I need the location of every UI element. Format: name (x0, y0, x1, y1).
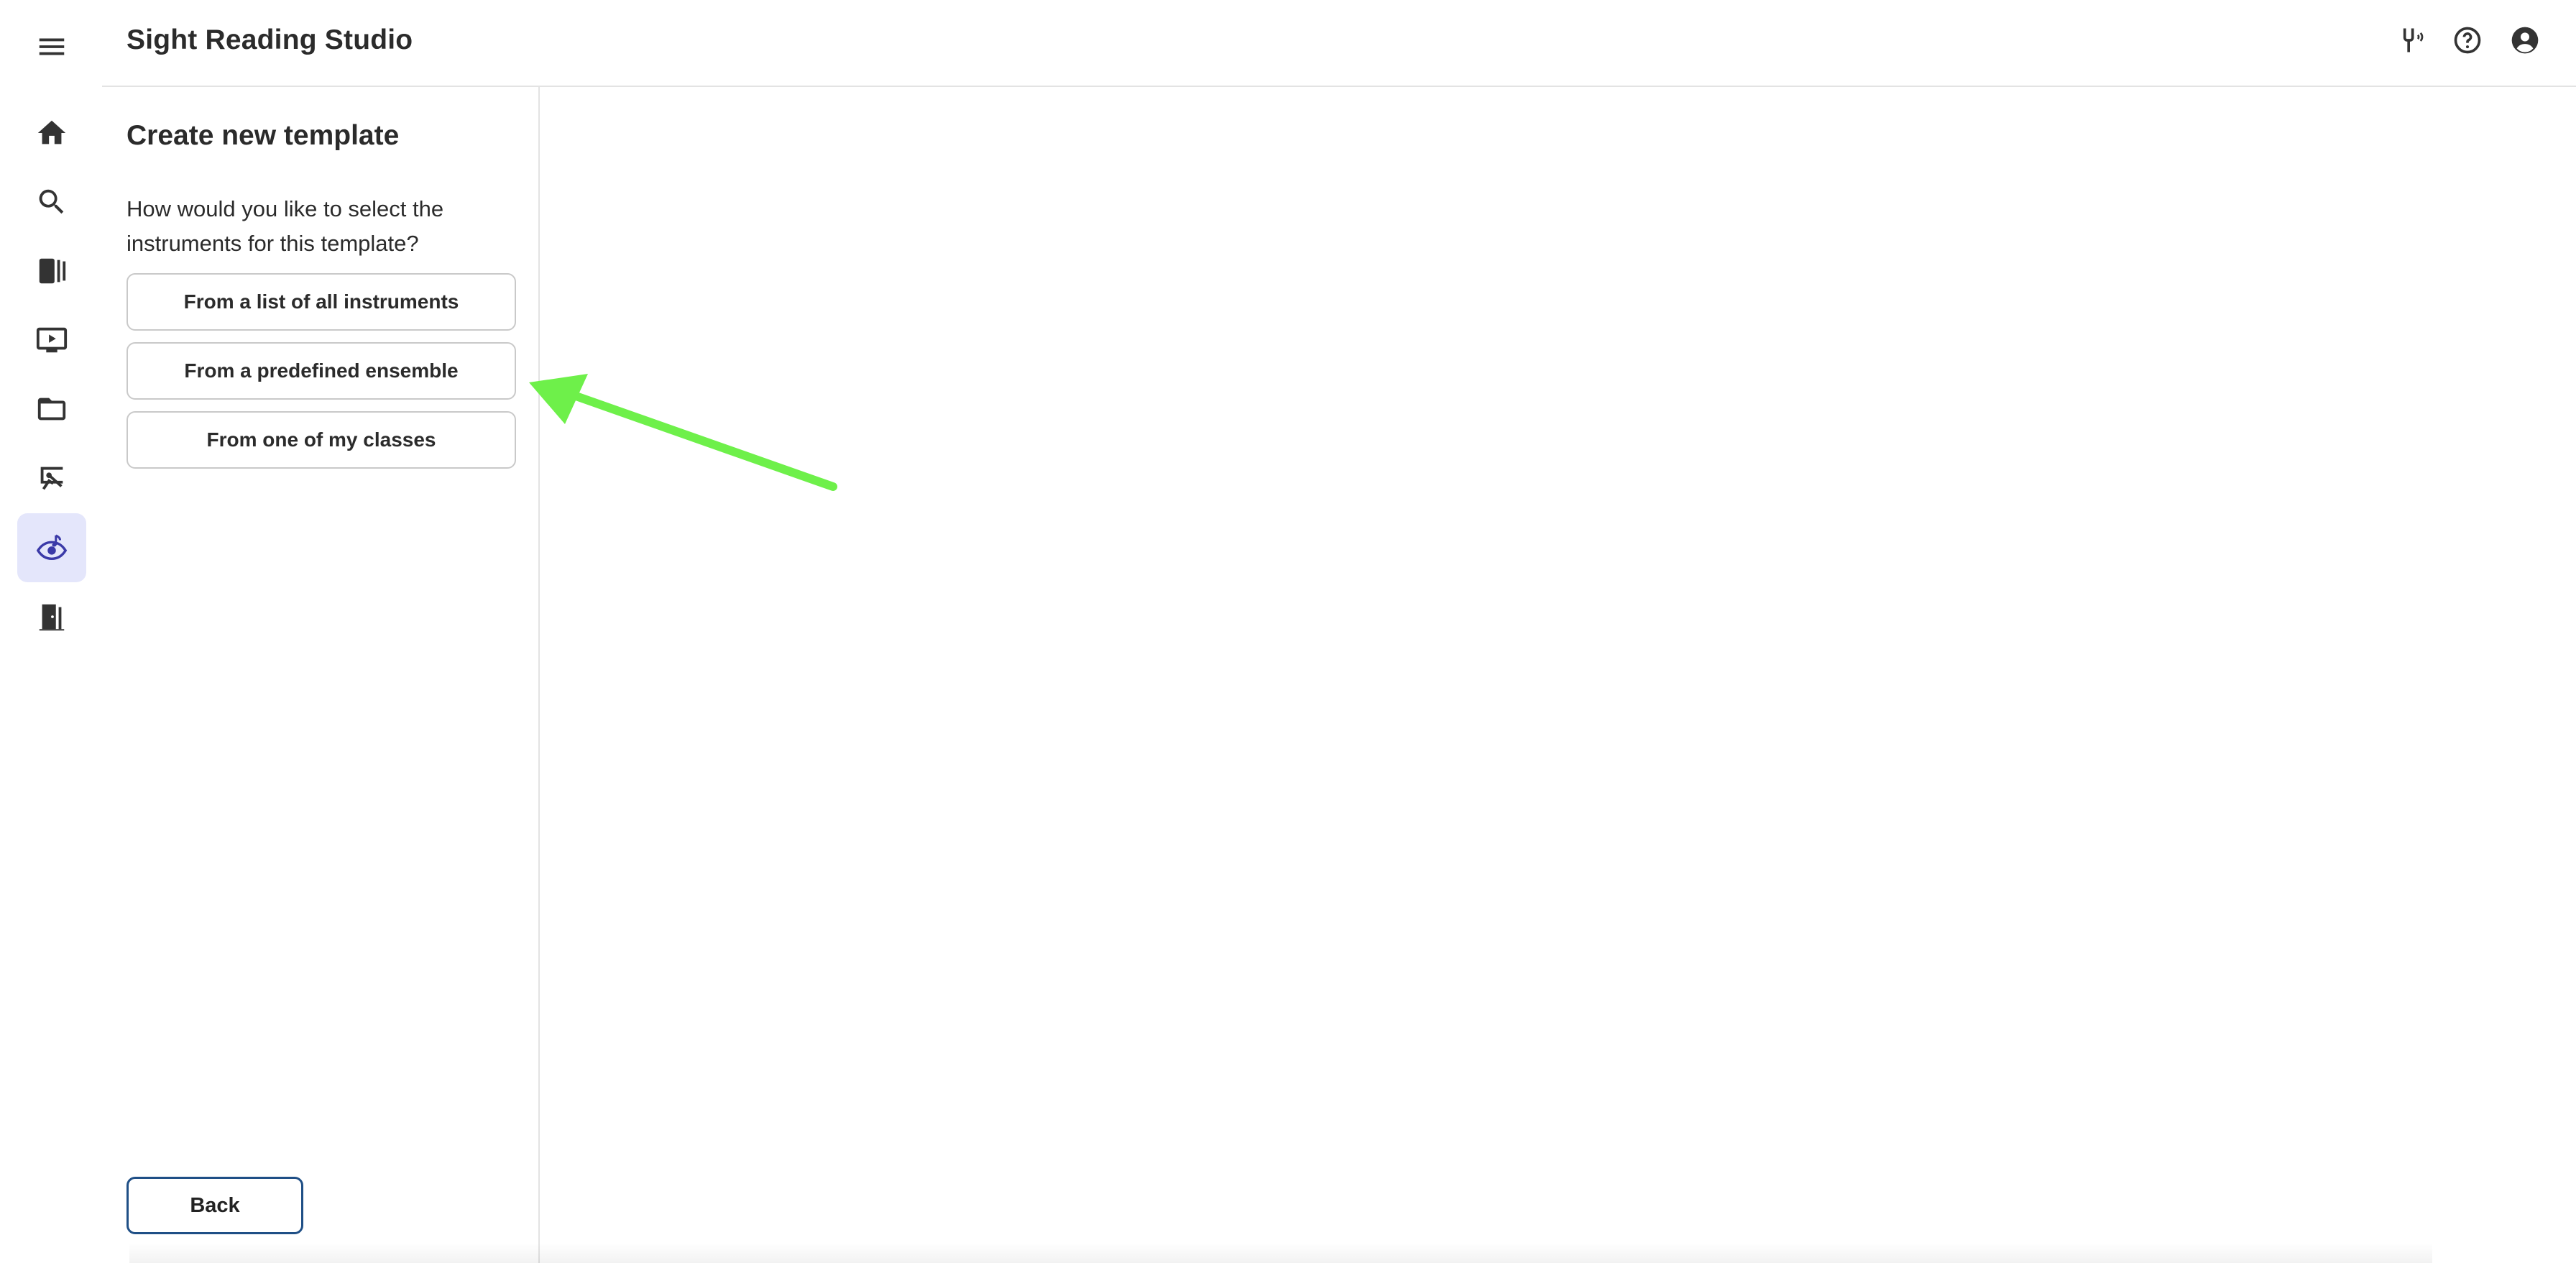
menu-button[interactable] (17, 12, 86, 81)
tuning-button[interactable] (2394, 24, 2426, 56)
search-icon (39, 189, 64, 214)
video-icon (36, 327, 68, 353)
help-button[interactable] (2452, 24, 2483, 56)
top-header: Sight Reading Studio (102, 0, 2576, 87)
choice-predefined-ensemble-button[interactable]: From a predefined ensemble (126, 342, 516, 400)
rail-item-sight-reading[interactable] (17, 513, 86, 582)
main-content-area (540, 87, 2576, 1263)
rail-item-search[interactable] (17, 167, 86, 236)
help-icon (2454, 27, 2481, 54)
rail-item-folder[interactable] (17, 375, 86, 444)
library-icon (39, 258, 66, 284)
panel-title: Create new template (126, 120, 400, 151)
menu-icon (39, 38, 65, 55)
home-icon (37, 120, 66, 144)
teacher-icon (40, 467, 63, 490)
choice-all-instruments-button[interactable]: From a list of all instruments (126, 273, 516, 331)
folder-icon (37, 398, 66, 421)
sidebar-rail (0, 0, 102, 1263)
rail-item-library[interactable] (17, 236, 86, 306)
eye-music-icon (36, 534, 68, 561)
rail-item-exit[interactable] (17, 582, 86, 651)
app-title: Sight Reading Studio (126, 24, 413, 55)
door-exit-icon (39, 604, 65, 631)
choice-my-classes-button[interactable]: From one of my classes (126, 411, 516, 469)
instrument-selection-question: How would you like to select the instrum… (126, 196, 444, 256)
back-button[interactable]: Back (126, 1177, 303, 1234)
rail-item-teaching[interactable] (17, 444, 86, 513)
rail-item-home[interactable] (17, 98, 86, 167)
rail-item-video[interactable] (17, 306, 86, 375)
create-template-panel: Create new template How would you like t… (102, 87, 540, 1263)
account-button[interactable] (2509, 24, 2541, 56)
bottom-shadow (129, 1243, 2432, 1263)
tuning-fork-icon (2403, 28, 2424, 52)
account-icon (2511, 27, 2539, 54)
